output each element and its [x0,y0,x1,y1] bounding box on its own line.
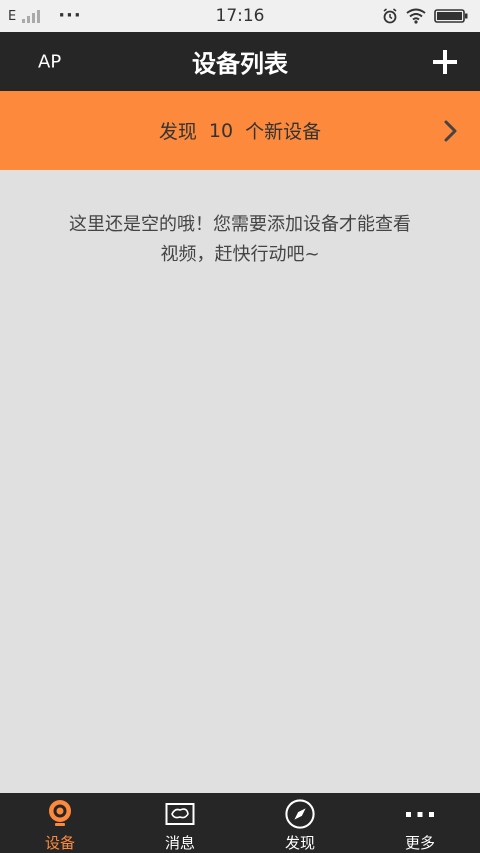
chevron-right-icon [444,120,457,141]
tab-discover[interactable]: 发现 [240,793,360,853]
network-type: E [8,8,17,24]
status-bar: E ··· 17:16 [0,0,480,32]
empty-line-1: 这里还是空的哦！您需要添加设备才能查看 [69,214,411,235]
more-icon [405,799,435,829]
battery-icon [434,9,468,23]
tab-label: 发现 [284,834,315,852]
tab-more[interactable]: 更多 [360,793,480,853]
tab-label: 消息 [164,834,195,852]
tab-devices[interactable]: 设备 [0,793,120,853]
banner-prefix: 发现 [158,121,197,143]
empty-state-message: 这里还是空的哦！您需要添加设备才能查看 视频，赶快行动吧~ [40,210,440,270]
new-device-count: 10 [208,119,234,142]
plus-icon[interactable] [432,49,458,75]
banner-suffix: 个新设备 [245,121,322,143]
clock: 17:16 [215,6,265,26]
camera-icon [45,799,75,829]
empty-line-2: 视频，赶快行动吧~ [160,244,320,265]
bottom-tab-bar: 设备 消息 发现 更多 [0,793,480,853]
header-bar: AP 设备列表 [0,32,480,91]
signal-icon [22,9,41,23]
status-right [382,8,468,24]
device-list-screen: E ··· 17:16 AP 设备列表 发现 10 个新设备 这里还是空的哦！您… [0,0,480,853]
ap-button[interactable]: AP [38,51,61,72]
wifi-icon [406,8,426,24]
tab-messages[interactable]: 消息 [120,793,240,853]
alarm-icon [383,8,397,24]
tab-label: 更多 [404,834,435,852]
compass-icon [285,799,315,829]
status-left: E ··· [8,7,82,25]
tab-label: 设备 [44,834,75,852]
new-devices-banner[interactable]: 发现 10 个新设备 [0,91,480,170]
notification-dots-icon: ··· [58,5,82,26]
banner-text: 发现 10 个新设备 [159,117,321,144]
page-title: 设备列表 [192,50,288,78]
message-icon [165,799,195,829]
